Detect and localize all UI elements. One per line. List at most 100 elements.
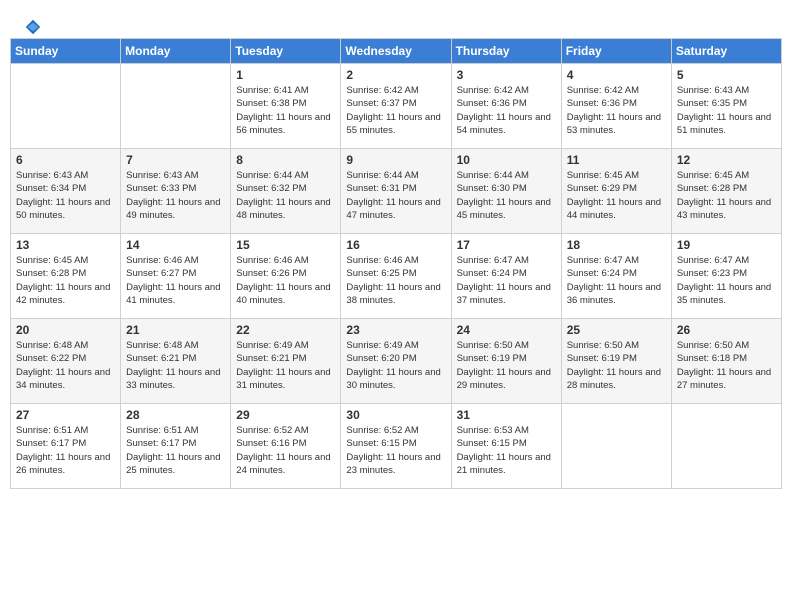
day-number: 5 bbox=[677, 68, 776, 82]
day-info: Sunrise: 6:43 AM Sunset: 6:35 PM Dayligh… bbox=[677, 84, 776, 137]
calendar-week-row: 6 Sunrise: 6:43 AM Sunset: 6:34 PM Daylig… bbox=[11, 149, 782, 234]
day-number: 22 bbox=[236, 323, 335, 337]
calendar-cell: 4 Sunrise: 6:42 AM Sunset: 6:36 PM Daylig… bbox=[561, 64, 671, 149]
day-number: 29 bbox=[236, 408, 335, 422]
day-number: 8 bbox=[236, 153, 335, 167]
day-number: 19 bbox=[677, 238, 776, 252]
day-number: 2 bbox=[346, 68, 445, 82]
calendar-cell: 26 Sunrise: 6:50 AM Sunset: 6:18 PM Dayli… bbox=[671, 319, 781, 404]
calendar-cell: 29 Sunrise: 6:52 AM Sunset: 6:16 PM Dayli… bbox=[231, 404, 341, 489]
day-number: 21 bbox=[126, 323, 225, 337]
day-info: Sunrise: 6:46 AM Sunset: 6:26 PM Dayligh… bbox=[236, 254, 335, 307]
calendar-cell: 11 Sunrise: 6:45 AM Sunset: 6:29 PM Dayli… bbox=[561, 149, 671, 234]
calendar-cell: 5 Sunrise: 6:43 AM Sunset: 6:35 PM Daylig… bbox=[671, 64, 781, 149]
day-number: 14 bbox=[126, 238, 225, 252]
day-info: Sunrise: 6:48 AM Sunset: 6:21 PM Dayligh… bbox=[126, 339, 225, 392]
day-info: Sunrise: 6:45 AM Sunset: 6:28 PM Dayligh… bbox=[16, 254, 115, 307]
logo bbox=[20, 18, 42, 32]
calendar-cell: 27 Sunrise: 6:51 AM Sunset: 6:17 PM Dayli… bbox=[11, 404, 121, 489]
calendar-cell: 8 Sunrise: 6:44 AM Sunset: 6:32 PM Daylig… bbox=[231, 149, 341, 234]
day-number: 13 bbox=[16, 238, 115, 252]
day-number: 31 bbox=[457, 408, 556, 422]
weekday-header-tuesday: Tuesday bbox=[231, 39, 341, 64]
calendar-cell: 13 Sunrise: 6:45 AM Sunset: 6:28 PM Dayli… bbox=[11, 234, 121, 319]
day-info: Sunrise: 6:51 AM Sunset: 6:17 PM Dayligh… bbox=[16, 424, 115, 477]
day-number: 11 bbox=[567, 153, 666, 167]
calendar-cell: 31 Sunrise: 6:53 AM Sunset: 6:15 PM Dayli… bbox=[451, 404, 561, 489]
day-info: Sunrise: 6:47 AM Sunset: 6:23 PM Dayligh… bbox=[677, 254, 776, 307]
calendar-cell: 9 Sunrise: 6:44 AM Sunset: 6:31 PM Daylig… bbox=[341, 149, 451, 234]
calendar-cell: 1Sunrise: 6:41 AM Sunset: 6:38 PM Daylig… bbox=[231, 64, 341, 149]
calendar-cell: 24Sunrise: 6:50 AM Sunset: 6:19 PM Dayli… bbox=[451, 319, 561, 404]
day-info: Sunrise: 6:44 AM Sunset: 6:32 PM Dayligh… bbox=[236, 169, 335, 222]
day-number: 7 bbox=[126, 153, 225, 167]
weekday-header-thursday: Thursday bbox=[451, 39, 561, 64]
day-number: 18 bbox=[567, 238, 666, 252]
day-info: Sunrise: 6:42 AM Sunset: 6:37 PM Dayligh… bbox=[346, 84, 445, 137]
calendar-cell: 25Sunrise: 6:50 AM Sunset: 6:19 PM Dayli… bbox=[561, 319, 671, 404]
logo-icon bbox=[24, 18, 42, 36]
day-info: Sunrise: 6:41 AM Sunset: 6:38 PM Dayligh… bbox=[236, 84, 335, 137]
calendar-cell: 14 Sunrise: 6:46 AM Sunset: 6:27 PM Dayli… bbox=[121, 234, 231, 319]
weekday-header-wednesday: Wednesday bbox=[341, 39, 451, 64]
calendar-week-row: 1Sunrise: 6:41 AM Sunset: 6:38 PM Daylig… bbox=[11, 64, 782, 149]
weekday-header-friday: Friday bbox=[561, 39, 671, 64]
day-info: Sunrise: 6:44 AM Sunset: 6:30 PM Dayligh… bbox=[457, 169, 556, 222]
calendar-cell bbox=[121, 64, 231, 149]
day-number: 16 bbox=[346, 238, 445, 252]
calendar-cell: 28 Sunrise: 6:51 AM Sunset: 6:17 PM Dayli… bbox=[121, 404, 231, 489]
day-info: Sunrise: 6:52 AM Sunset: 6:16 PM Dayligh… bbox=[236, 424, 335, 477]
day-number: 4 bbox=[567, 68, 666, 82]
calendar-cell: 16 Sunrise: 6:46 AM Sunset: 6:25 PM Dayli… bbox=[341, 234, 451, 319]
day-number: 26 bbox=[677, 323, 776, 337]
day-info: Sunrise: 6:53 AM Sunset: 6:15 PM Dayligh… bbox=[457, 424, 556, 477]
day-number: 24 bbox=[457, 323, 556, 337]
calendar-cell: 17Sunrise: 6:47 AM Sunset: 6:24 PM Dayli… bbox=[451, 234, 561, 319]
calendar-cell bbox=[671, 404, 781, 489]
calendar-week-row: 20Sunrise: 6:48 AM Sunset: 6:22 PM Dayli… bbox=[11, 319, 782, 404]
day-info: Sunrise: 6:50 AM Sunset: 6:18 PM Dayligh… bbox=[677, 339, 776, 392]
calendar-cell: 3 Sunrise: 6:42 AM Sunset: 6:36 PM Daylig… bbox=[451, 64, 561, 149]
day-info: Sunrise: 6:49 AM Sunset: 6:21 PM Dayligh… bbox=[236, 339, 335, 392]
weekday-header-saturday: Saturday bbox=[671, 39, 781, 64]
day-number: 30 bbox=[346, 408, 445, 422]
calendar-table: SundayMondayTuesdayWednesdayThursdayFrid… bbox=[10, 38, 782, 489]
day-info: Sunrise: 6:43 AM Sunset: 6:33 PM Dayligh… bbox=[126, 169, 225, 222]
day-info: Sunrise: 6:43 AM Sunset: 6:34 PM Dayligh… bbox=[16, 169, 115, 222]
day-info: Sunrise: 6:42 AM Sunset: 6:36 PM Dayligh… bbox=[457, 84, 556, 137]
day-info: Sunrise: 6:47 AM Sunset: 6:24 PM Dayligh… bbox=[457, 254, 556, 307]
day-number: 27 bbox=[16, 408, 115, 422]
day-info: Sunrise: 6:46 AM Sunset: 6:25 PM Dayligh… bbox=[346, 254, 445, 307]
day-info: Sunrise: 6:51 AM Sunset: 6:17 PM Dayligh… bbox=[126, 424, 225, 477]
weekday-header-monday: Monday bbox=[121, 39, 231, 64]
calendar-week-row: 27 Sunrise: 6:51 AM Sunset: 6:17 PM Dayli… bbox=[11, 404, 782, 489]
day-info: Sunrise: 6:47 AM Sunset: 6:24 PM Dayligh… bbox=[567, 254, 666, 307]
weekday-header-sunday: Sunday bbox=[11, 39, 121, 64]
calendar-week-row: 13 Sunrise: 6:45 AM Sunset: 6:28 PM Dayli… bbox=[11, 234, 782, 319]
day-number: 23 bbox=[346, 323, 445, 337]
calendar-cell: 22 Sunrise: 6:49 AM Sunset: 6:21 PM Dayli… bbox=[231, 319, 341, 404]
day-info: Sunrise: 6:45 AM Sunset: 6:29 PM Dayligh… bbox=[567, 169, 666, 222]
day-number: 12 bbox=[677, 153, 776, 167]
calendar-cell: 19 Sunrise: 6:47 AM Sunset: 6:23 PM Dayli… bbox=[671, 234, 781, 319]
day-number: 9 bbox=[346, 153, 445, 167]
day-info: Sunrise: 6:44 AM Sunset: 6:31 PM Dayligh… bbox=[346, 169, 445, 222]
day-number: 28 bbox=[126, 408, 225, 422]
calendar-cell: 15Sunrise: 6:46 AM Sunset: 6:26 PM Dayli… bbox=[231, 234, 341, 319]
calendar-cell bbox=[561, 404, 671, 489]
day-info: Sunrise: 6:46 AM Sunset: 6:27 PM Dayligh… bbox=[126, 254, 225, 307]
calendar-cell: 20Sunrise: 6:48 AM Sunset: 6:22 PM Dayli… bbox=[11, 319, 121, 404]
day-number: 6 bbox=[16, 153, 115, 167]
calendar-cell: 2 Sunrise: 6:42 AM Sunset: 6:37 PM Daylig… bbox=[341, 64, 451, 149]
day-info: Sunrise: 6:52 AM Sunset: 6:15 PM Dayligh… bbox=[346, 424, 445, 477]
calendar-cell: 7 Sunrise: 6:43 AM Sunset: 6:33 PM Daylig… bbox=[121, 149, 231, 234]
day-info: Sunrise: 6:49 AM Sunset: 6:20 PM Dayligh… bbox=[346, 339, 445, 392]
calendar-cell: 6 Sunrise: 6:43 AM Sunset: 6:34 PM Daylig… bbox=[11, 149, 121, 234]
day-number: 10 bbox=[457, 153, 556, 167]
day-number: 25 bbox=[567, 323, 666, 337]
calendar-cell: 10 Sunrise: 6:44 AM Sunset: 6:30 PM Dayli… bbox=[451, 149, 561, 234]
day-number: 3 bbox=[457, 68, 556, 82]
day-info: Sunrise: 6:42 AM Sunset: 6:36 PM Dayligh… bbox=[567, 84, 666, 137]
weekday-header-row: SundayMondayTuesdayWednesdayThursdayFrid… bbox=[11, 39, 782, 64]
day-info: Sunrise: 6:48 AM Sunset: 6:22 PM Dayligh… bbox=[16, 339, 115, 392]
